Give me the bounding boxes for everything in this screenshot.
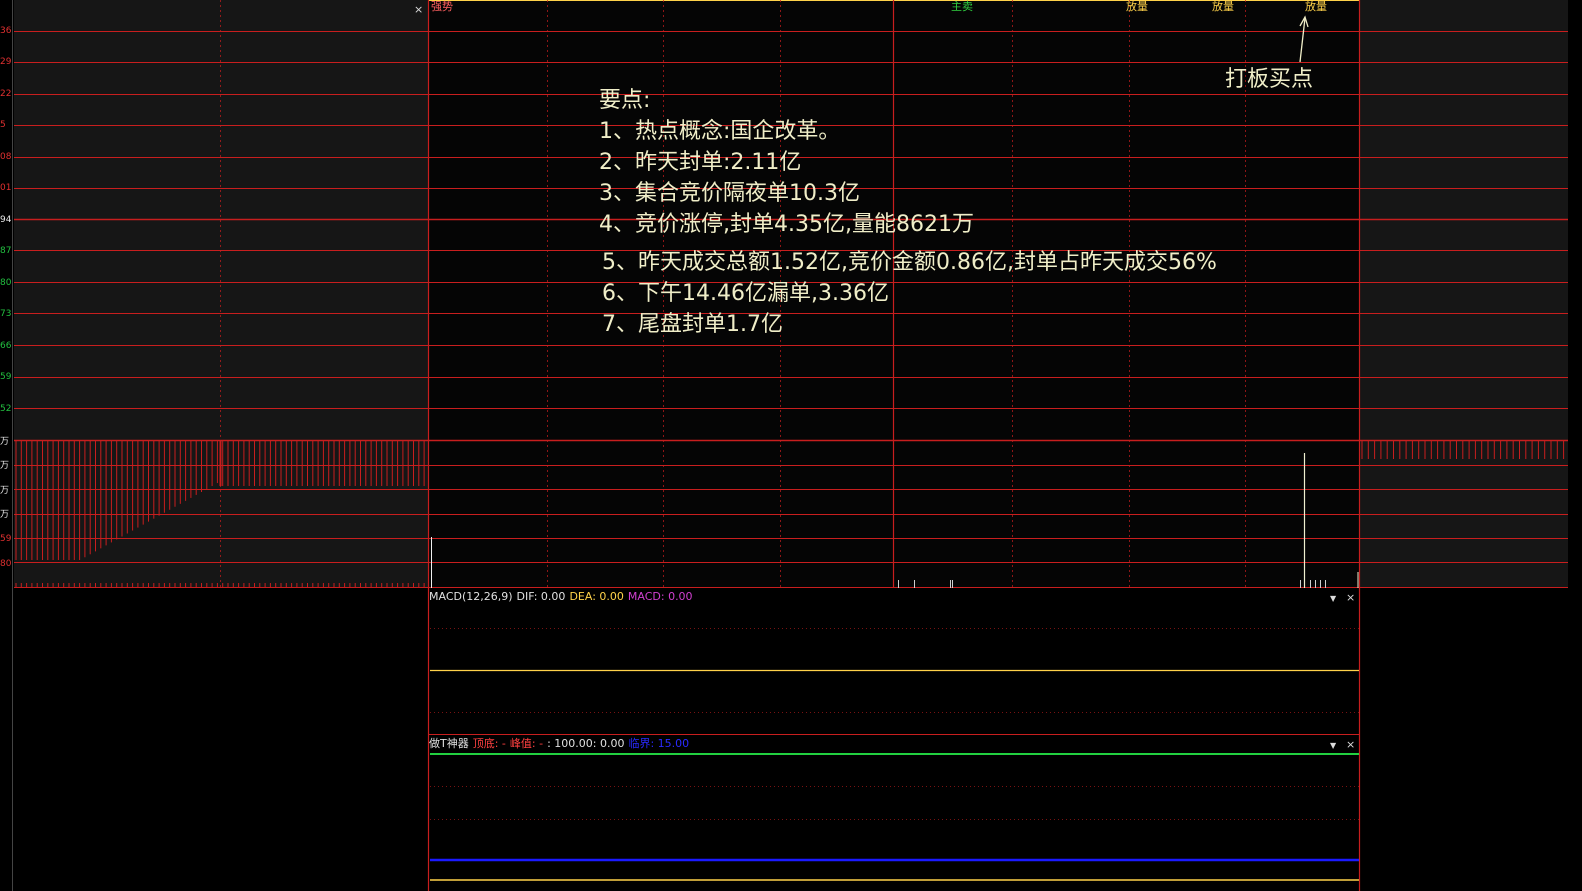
key-points-heading: 要点: (599, 88, 651, 113)
event-tag-volume[interactable]: 放量 (1212, 0, 1234, 13)
key-point: 5、昨天成交总额1.52亿,竞价金额0.86亿,封单占昨天成交56% (602, 250, 1217, 275)
macd-header: MACD(12,26,9) DIF: 0.00 DEA: 0.00 MACD: 0.0… (429, 590, 697, 604)
price-tick: 73 (0, 309, 12, 319)
left-panel-close-icon[interactable]: × (414, 4, 423, 16)
t-tool-close-icon[interactable]: × (1346, 739, 1355, 751)
volume-tick: 万 (0, 510, 10, 520)
price-tick: 80 (0, 278, 12, 288)
price-tick: 29 (0, 57, 12, 67)
price-tick: 36 (0, 26, 12, 36)
event-tag-strong[interactable]: 强势 (431, 0, 453, 13)
price-tick: 01 (0, 183, 12, 193)
key-point: 7、尾盘封单1.7亿 (602, 312, 783, 337)
event-tag-volume[interactable]: 放量 (1126, 0, 1148, 13)
t-tool-value-a: : 100.00 (547, 737, 593, 750)
macd-value: MACD: 0.00 (627, 590, 693, 603)
t-tool-threshold: 临界: 15.00 (628, 737, 690, 750)
macd-name[interactable]: MACD(12,26,9) (429, 590, 513, 603)
macd-dif: DIF: 0.00 (516, 590, 566, 603)
price-tick: 52 (0, 404, 12, 414)
event-tag-main-sell[interactable]: 主卖 (951, 0, 973, 13)
event-tag-volume[interactable]: 放量 (1305, 0, 1327, 13)
macd-close-icon[interactable]: × (1346, 592, 1355, 604)
price-tick: 66 (0, 341, 12, 351)
volume-tick: 59 (0, 534, 12, 544)
key-point: 6、下午14.46亿漏单,3.36亿 (602, 281, 889, 306)
price-tick: 87 (0, 246, 12, 256)
macd-dea: DEA: 0.00 (569, 590, 624, 603)
key-point: 3、集合竞价隔夜单10.3亿 (599, 181, 860, 206)
key-point: 2、昨天封单:2.11亿 (599, 150, 802, 175)
price-tick: 22 (0, 89, 12, 99)
t-tool-header: 做T神器 顶底: - 峰值: -: 100.00: 0.00 临界: 15.00 (429, 737, 693, 751)
t-tool-peak: 峰值: - (509, 737, 544, 750)
t-tool-bottom-top: 顶底: - (472, 737, 506, 750)
key-point: 1、热点概念:国企改革。 (599, 119, 841, 144)
macd-menu-chevron-down-icon[interactable]: ▼ (1330, 593, 1336, 605)
price-tick: 94 (0, 215, 12, 225)
left-panel-background (14, 0, 428, 588)
key-point: 4、竞价涨停,封单4.35亿,量能8621万 (599, 212, 974, 237)
price-tick: 5 (0, 120, 6, 130)
price-tick: 08 (0, 152, 12, 162)
t-tool-menu-chevron-down-icon[interactable]: ▼ (1330, 740, 1336, 752)
buy-point-annotation: 打板买点 (1225, 67, 1314, 92)
volume-tick: 80 (0, 559, 12, 569)
t-tool-name[interactable]: 做T神器 (429, 737, 469, 750)
t-tool-value-b: : 0.00 (592, 737, 625, 750)
right-panel-background (1360, 0, 1568, 588)
volume-tick: 万 (0, 486, 10, 496)
price-tick: 59 (0, 372, 12, 382)
volume-tick: 万 (0, 461, 10, 471)
stock-chart-window: 36 29 22 5 08 01 94 87 80 73 66 59 52 万 … (0, 0, 1582, 891)
volume-tick: 万 (0, 437, 10, 447)
